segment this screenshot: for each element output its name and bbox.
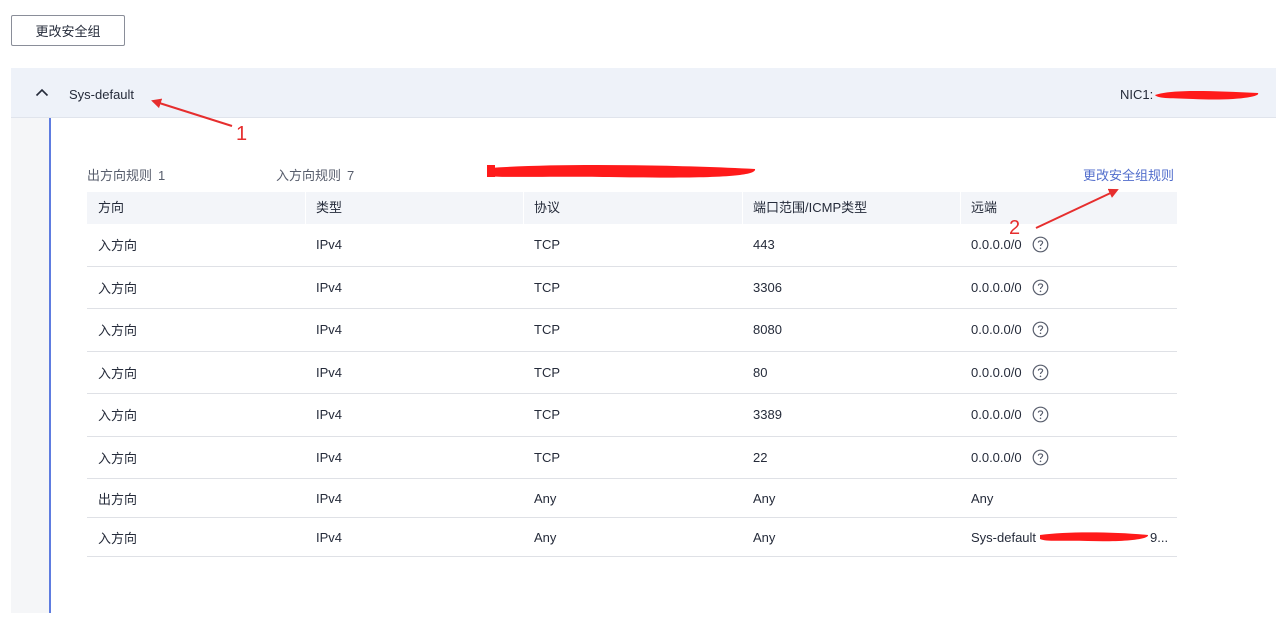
remote-cell: 0.0.0.0/0 <box>960 406 1177 423</box>
port-cell: 8080 <box>753 322 782 338</box>
type-cell: IPv4 <box>316 449 343 465</box>
help-circle-icon[interactable] <box>1032 364 1049 381</box>
protocol-cell: TCP <box>534 322 560 338</box>
port-cell: 22 <box>753 449 768 465</box>
protocol-cell: Any <box>534 529 557 545</box>
table-row: 入方向 IPv4 TCP 8080 0.0.0.0/0 <box>87 309 1177 352</box>
port-cell: 80 <box>753 364 768 380</box>
remote-value: 0.0.0.0/0 <box>971 407 1022 423</box>
column-header: 协议 <box>523 192 742 224</box>
port-cell: 443 <box>753 237 775 253</box>
table-row: 入方向 IPv4 TCP 22 0.0.0.0/0 <box>87 437 1177 479</box>
direction-cell: 入方向 <box>98 450 138 466</box>
type-cell: IPv4 <box>316 322 343 338</box>
table-row: 入方向 IPv4 TCP 80 0.0.0.0/0 <box>87 352 1177 394</box>
remote-value: 0.0.0.0/0 <box>971 322 1022 338</box>
annotation-marker-1: 1 <box>236 123 248 145</box>
type-cell: IPv4 <box>316 490 343 506</box>
remote-cell: 0.0.0.0/0 <box>960 321 1177 338</box>
rules-table: 方向 类型 协议 端口范围/ICMP类型 远端 入方向 IPv4 TCP 443… <box>87 192 1177 557</box>
remote-cell: 0.0.0.0/0 <box>960 279 1177 296</box>
column-header: 类型 <box>305 192 523 224</box>
direction-cell: 入方向 <box>98 365 138 381</box>
port-cell: 3306 <box>753 279 782 295</box>
outbound-rule-count: 出方向规则 1 <box>87 168 166 183</box>
table-row: 入方向 IPv4 TCP 3389 0.0.0.0/0 <box>87 394 1177 437</box>
redaction-mark <box>1155 91 1259 100</box>
table-row: 入方向 IPv4 Any Any Sys-default 9... <box>87 518 1177 557</box>
type-cell: IPv4 <box>316 279 343 295</box>
protocol-cell: TCP <box>534 237 560 253</box>
type-cell: IPv4 <box>316 364 343 380</box>
nic-label: NIC1: <box>1120 87 1154 102</box>
help-circle-icon[interactable] <box>1032 406 1049 423</box>
column-header: 端口范围/ICMP类型 <box>742 192 960 224</box>
type-cell: IPv4 <box>316 407 343 423</box>
protocol-cell: Any <box>534 490 557 506</box>
remote-cell: 0.0.0.0/0 <box>960 364 1177 381</box>
inbound-rule-count: 入方向规则 7 <box>276 168 355 183</box>
column-header: 方向 <box>98 200 125 215</box>
edit-security-group-rules-link[interactable]: 更改安全组规则 <box>1083 165 1174 184</box>
help-circle-icon[interactable] <box>1032 236 1049 253</box>
remote-value: Sys-default <box>971 529 1037 545</box>
chevron-up-icon[interactable] <box>33 84 51 102</box>
help-circle-icon[interactable] <box>1032 449 1049 466</box>
security-group-name: Sys-default <box>69 87 135 102</box>
security-group-panel: Sys-default NIC1: 出方向规则 1 入方向规则 7 更改安全组规则 … <box>11 68 1276 613</box>
type-cell: IPv4 <box>316 237 343 253</box>
type-cell: IPv4 <box>316 529 343 545</box>
remote-value: Any <box>971 490 994 506</box>
remote-cell: Sys-default 9... <box>960 530 1177 545</box>
direction-cell: 入方向 <box>98 408 138 424</box>
protocol-cell: TCP <box>534 407 560 423</box>
table-row: 入方向 IPv4 TCP 3306 0.0.0.0/0 <box>87 267 1177 309</box>
remote-cell: 0.0.0.0/0 <box>960 236 1177 253</box>
help-circle-icon[interactable] <box>1032 279 1049 296</box>
protocol-cell: TCP <box>534 364 560 380</box>
port-cell: Any <box>753 529 776 545</box>
remote-cell: 0.0.0.0/0 <box>960 449 1177 466</box>
redaction-mark <box>1040 532 1149 542</box>
protocol-cell: TCP <box>534 449 560 465</box>
protocol-cell: TCP <box>534 279 560 295</box>
table-row: 出方向 IPv4 Any Any Any <box>87 479 1177 518</box>
remote-value: 0.0.0.0/0 <box>971 279 1022 295</box>
port-cell: Any <box>753 490 776 506</box>
help-circle-icon[interactable] <box>1032 321 1049 338</box>
remote-value: 0.0.0.0/0 <box>971 364 1022 380</box>
remote-cell: Any <box>960 491 1177 506</box>
remote-value: 0.0.0.0/0 <box>971 449 1022 465</box>
direction-cell: 入方向 <box>98 280 138 296</box>
remote-value-suffix: 9... <box>1150 529 1169 545</box>
direction-cell: 入方向 <box>98 238 138 254</box>
change-security-group-button[interactable]: 更改安全组 <box>11 15 125 46</box>
security-group-header[interactable]: Sys-default NIC1: <box>11 68 1276 118</box>
direction-cell: 出方向 <box>98 491 138 507</box>
column-header: 远端 <box>960 192 1177 224</box>
direction-cell: 入方向 <box>98 323 138 339</box>
port-cell: 3389 <box>753 407 782 423</box>
annotation-marker-2: 2 <box>1009 217 1021 239</box>
direction-cell: 入方向 <box>98 530 138 546</box>
redaction-mark <box>487 165 756 178</box>
